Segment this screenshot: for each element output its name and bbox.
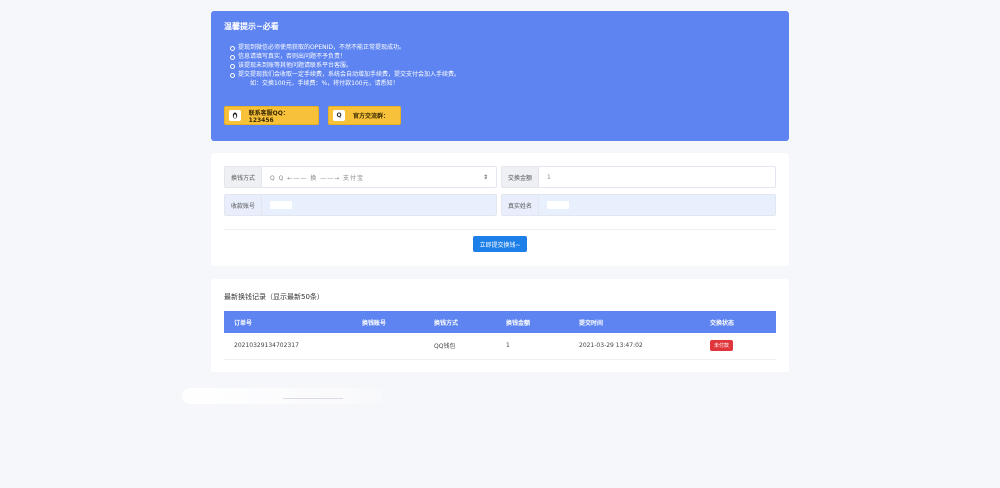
- method-select[interactable]: 换钱方式 Q Q ←—— 换 ——→ 支付宝 ⇕: [224, 166, 497, 188]
- notice-title: 温馨提示~必看: [224, 22, 279, 31]
- notice-card: 温馨提示~必看 提现到微信必须使用获取的OPENID，不然不能正常提现成功。 信…: [211, 11, 789, 141]
- contact-qq-button[interactable]: 联系客服QQ：123456: [224, 106, 319, 125]
- name-label: 真实姓名: [502, 195, 540, 215]
- account-field[interactable]: 收款账号: [224, 194, 497, 216]
- column-header: 提交时间: [579, 319, 604, 327]
- column-header: 换钱方式: [434, 319, 459, 327]
- notice-buttons: 联系客服QQ：123456 Q 官方交流群：: [224, 106, 401, 125]
- exchange-form: 换钱方式 Q Q ←—— 换 ——→ 支付宝 ⇕ 交换金额 1 收款账号 真实姓…: [211, 153, 789, 266]
- account-label: 收款账号: [225, 195, 263, 215]
- status-cell: 未付款: [700, 333, 776, 360]
- method-cell: QQ钱包: [424, 333, 496, 360]
- contact-qq-label: 联系客服QQ：123456: [248, 109, 289, 124]
- footer-blurred: [182, 388, 382, 404]
- official-group-button[interactable]: Q 官方交流群：: [328, 106, 401, 125]
- status-badge: 未付款: [710, 340, 734, 352]
- time-cell: 2021-03-29 13:47:02: [569, 333, 700, 360]
- notice-sub-item: 如：交换100元，手续费：%，将付款100元，请悉知！: [250, 80, 399, 87]
- name-field[interactable]: 真实姓名: [501, 194, 776, 216]
- notice-list: 提现到微信必须使用获取的OPENID，不然不能正常提现成功。 信息请填写真实，否…: [224, 43, 776, 88]
- order-cell: 20210329134702317: [224, 333, 352, 360]
- column-header: 订单号: [234, 319, 253, 327]
- notice-item: 该提现未到账等其他问题请联系平台客服。: [230, 61, 776, 70]
- notice-item: 提交提现我们会收取一定手续费，系统会自动增加手续费，提交支付会加入手续费。: [230, 70, 776, 79]
- method-label: 换钱方式: [225, 167, 263, 187]
- amount-label: 交换金额: [502, 167, 540, 187]
- records-title: 最新换钱记录（显示最新50条）: [224, 293, 324, 301]
- column-header: 交换状态: [710, 319, 735, 327]
- table-row: 20210329134702317 QQ钱包 1 2021-03-29 13:4…: [224, 333, 776, 360]
- q-icon: Q: [333, 110, 345, 121]
- method-value: Q Q ←—— 换 ——→ 支付宝: [270, 174, 365, 182]
- submit-button[interactable]: 立即提交换钱~: [473, 236, 527, 252]
- column-header: 换钱账号: [362, 319, 387, 327]
- masked-value: [270, 201, 293, 209]
- amount-field[interactable]: 交换金额 1: [501, 166, 776, 188]
- amount-cell: 1: [496, 333, 569, 360]
- column-header: 换钱金额: [506, 319, 531, 327]
- account-cell: [352, 333, 424, 360]
- records-table: 订单号 换钱账号 换钱方式 换钱金额 提交时间 交换状态 20210329134…: [224, 311, 776, 360]
- select-arrows-icon: ⇕: [482, 173, 488, 181]
- notice-item: 提现到微信必须使用获取的OPENID，不然不能正常提现成功。: [230, 43, 776, 52]
- penguin-icon: [229, 110, 241, 121]
- amount-value: 1: [547, 173, 551, 181]
- notice-item: 信息请填写真实，否则出问题不予负责！: [230, 52, 776, 61]
- masked-value: [547, 201, 570, 209]
- table-header-row: 订单号 换钱账号 换钱方式 换钱金额 提交时间 交换状态: [224, 311, 776, 333]
- divider: [224, 229, 776, 230]
- footer-line: [283, 398, 343, 399]
- official-group-label: 官方交流群：: [353, 113, 390, 120]
- records-card: 最新换钱记录（显示最新50条） 订单号 换钱账号 换钱方式 换钱金额 提交时间 …: [211, 279, 789, 372]
